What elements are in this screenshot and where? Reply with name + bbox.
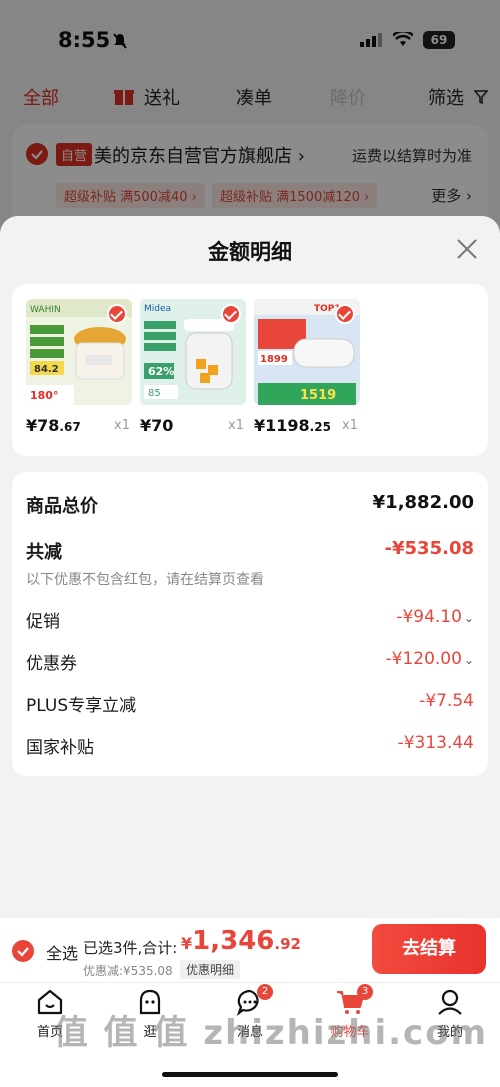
product-image-label: WAHIN	[30, 305, 61, 315]
product-image-bottom: 1519	[300, 388, 336, 403]
selected-count-text: 已选3件,合计:	[83, 939, 178, 957]
total-price-value: ¥1,882.00	[372, 492, 474, 513]
plus-discount-value: -¥7.54	[419, 691, 474, 711]
product-image-badge: 62%	[148, 365, 174, 378]
item-price: ¥70	[140, 416, 174, 435]
product-image-label: Midea	[144, 304, 171, 314]
message-badge: 2	[257, 984, 273, 1000]
price-summary-card: 商品总价 ¥1,882.00 共减 -¥535.08 以下优惠不包含红包，请在结…	[12, 472, 488, 776]
close-icon[interactable]	[454, 236, 480, 262]
cart-badge: 3	[357, 984, 373, 1000]
item-quantity: x1	[228, 418, 244, 433]
product-image-badge: 1899	[260, 354, 288, 365]
item-price: ¥78.67	[26, 416, 81, 435]
discount-detail-button[interactable]: 优惠明细	[180, 960, 241, 979]
national-subsidy-label: 国家补贴	[26, 738, 94, 758]
chevron-down-icon: ⌄	[463, 611, 474, 625]
item-quantity: x1	[114, 418, 130, 433]
promotion-value: -¥94.10 ⌄	[396, 607, 474, 627]
item-check-icon[interactable]	[107, 304, 127, 324]
item-quantity: x1	[342, 418, 358, 433]
select-all-checkbox[interactable]	[12, 940, 34, 962]
home-indicator	[162, 1072, 338, 1077]
item-check-icon[interactable]	[335, 304, 355, 324]
plus-discount-label: PLUS专享立减	[26, 696, 137, 716]
checkout-total-amount: ¥1,346.92	[181, 926, 301, 956]
selected-items-card: WAHIN 84.2 180° ¥78.67 x1 Midea 62% 85 ¥…	[12, 284, 488, 456]
promotion-label: 促销	[26, 612, 60, 632]
checkout-button[interactable]: 去结算	[372, 924, 486, 974]
product-image-bottom: 85	[148, 388, 161, 399]
discount-note: 以下优惠不包含红包，请在结算页查看	[26, 572, 264, 588]
total-reduce-value: -¥535.08	[384, 538, 474, 559]
chevron-down-icon: ⌄	[463, 653, 474, 667]
coupon-value: -¥120.00 ⌄	[385, 649, 475, 669]
item-check-icon[interactable]	[221, 304, 241, 324]
national-subsidy-value: -¥313.44	[397, 733, 474, 753]
item-price: ¥1198.25	[254, 416, 331, 435]
watermark: 值 值 值 zhizhizhi.com	[53, 1013, 488, 1053]
bottom-tab-bar: 首页 逛 2 消息 3 购物车 我的 值 值 值 zhizhizhi.com	[0, 982, 500, 1087]
total-reduce-label: 共减	[26, 542, 62, 563]
select-all-label[interactable]: 全选	[46, 940, 78, 964]
checkout-bar: 全选 已选3件,合计: ¥1,346.92 优惠减:¥535.08 优惠明细 去…	[0, 918, 500, 982]
total-price-label: 商品总价	[26, 496, 98, 517]
coupon-label: 优惠券	[26, 654, 77, 674]
product-image-badge: 84.2	[34, 364, 59, 375]
product-image-bottom: 180°	[30, 389, 58, 402]
sheet-title: 金额明细	[208, 240, 292, 264]
checkout-discount-text: 优惠减:¥535.08	[83, 964, 173, 978]
